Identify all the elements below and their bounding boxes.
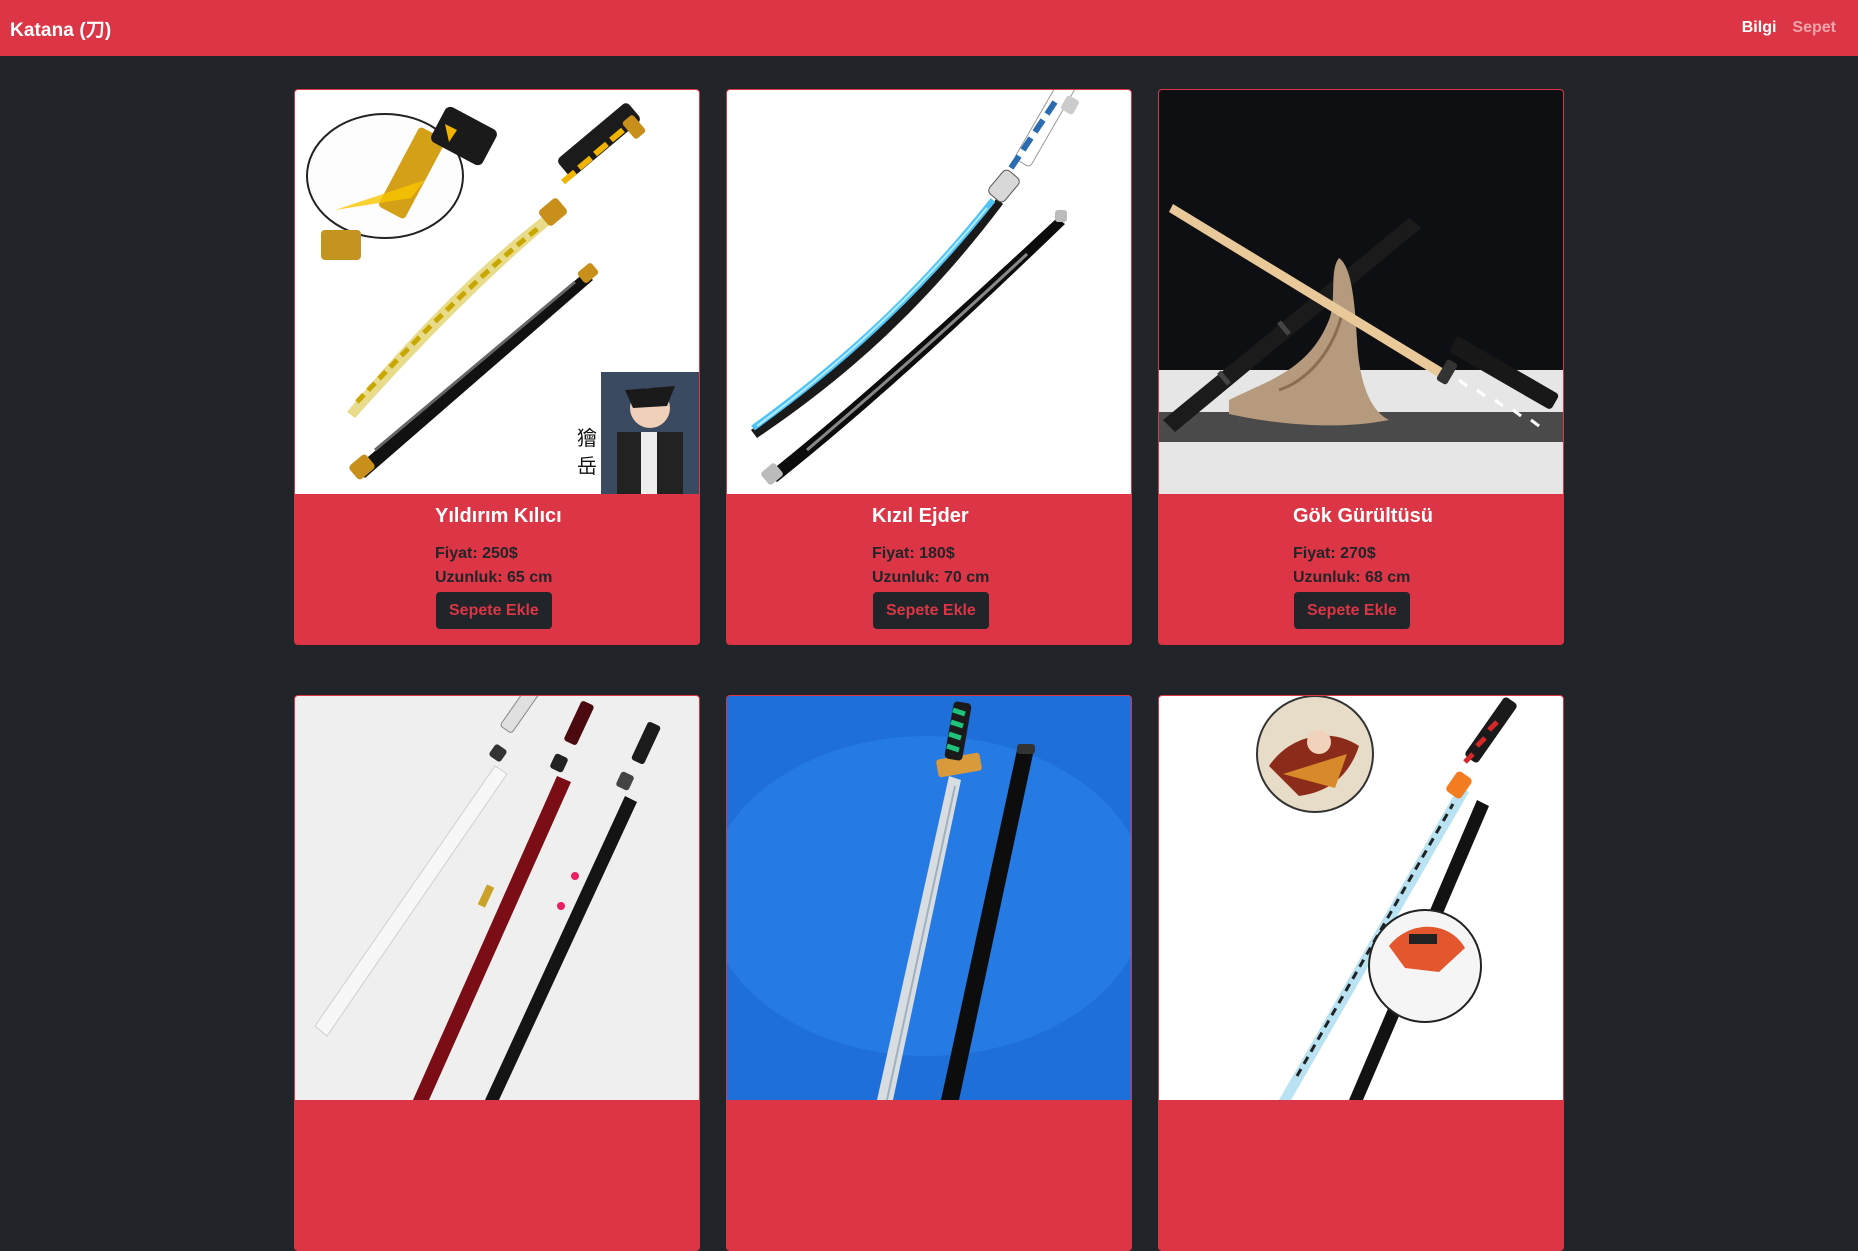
svg-text:獪: 獪 — [577, 426, 597, 450]
katana-wooden-blade-icon — [1159, 90, 1563, 494]
product-card: 獪 岳 Yıldırım Kılıcı Fiyat: 250$ Uzunluk:… — [294, 89, 700, 645]
svg-text:岳: 岳 — [577, 454, 597, 478]
product-card-body: Gök Gürültüsü Fiyat: 270$ Uzunluk: 68 cm… — [1159, 494, 1563, 644]
product-card-body: Kızıl Ejder Fiyat: 180$ Uzunluk: 70 cm S… — [727, 494, 1131, 644]
product-title: Yıldırım Kılıcı — [435, 505, 562, 527]
nav-links: Bilgi Sepet — [1742, 19, 1836, 37]
katana-red-hilt-icon — [1159, 696, 1563, 1100]
katana-green-hilt-icon — [727, 696, 1131, 1100]
product-length: Uzunluk: 68 cm — [1293, 569, 1411, 586]
product-card: Kızıl Ejder Fiyat: 180$ Uzunluk: 70 cm S… — [726, 89, 1132, 645]
product-card — [294, 695, 700, 1251]
product-price: Fiyat: 270$ — [1293, 545, 1376, 562]
nav-link-sepet[interactable]: Sepet — [1792, 19, 1836, 37]
product-card: Gök Gürültüsü Fiyat: 270$ Uzunluk: 68 cm… — [1158, 89, 1564, 645]
brand-logo[interactable]: Katana (刀) — [10, 15, 111, 42]
add-to-cart-button[interactable]: Sepete Ekle — [436, 592, 552, 629]
katana-yellow-lightning-icon: 獪 岳 — [295, 90, 699, 494]
nav-link-bilgi[interactable]: Bilgi — [1742, 19, 1777, 37]
product-length: Uzunluk: 70 cm — [872, 569, 990, 586]
product-price: Fiyat: 180$ — [872, 545, 955, 562]
product-price: Fiyat: 250$ — [435, 545, 518, 562]
product-title: Gök Gürültüsü — [1293, 505, 1433, 527]
navbar: Katana (刀) Bilgi Sepet — [0, 0, 1858, 56]
product-card-body: Yıldırım Kılıcı Fiyat: 250$ Uzunluk: 65 … — [295, 494, 699, 644]
katana-blue-blade-icon — [727, 90, 1131, 494]
product-card — [1158, 695, 1564, 1251]
product-card — [726, 695, 1132, 1251]
add-to-cart-button[interactable]: Sepete Ekle — [1294, 592, 1410, 629]
product-title: Kızıl Ejder — [872, 505, 969, 527]
add-to-cart-button[interactable]: Sepete Ekle — [873, 592, 989, 629]
product-length: Uzunluk: 65 cm — [435, 569, 553, 586]
katana-trio-set-icon — [295, 696, 699, 1100]
